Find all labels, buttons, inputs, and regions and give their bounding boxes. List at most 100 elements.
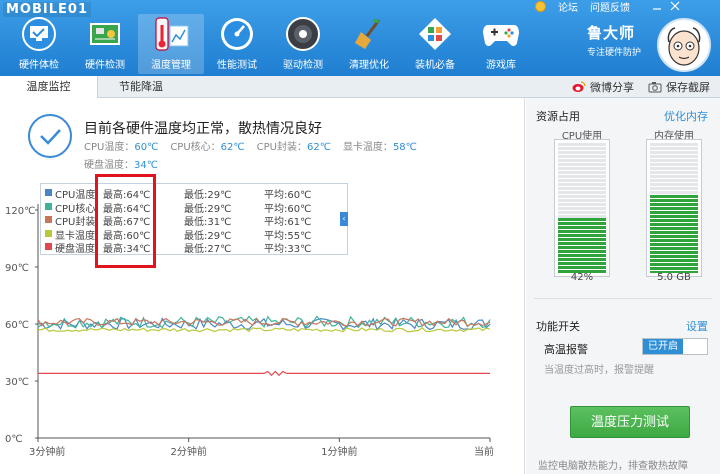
tool-hardware-detect[interactable]: 硬件检测 (72, 14, 138, 74)
legend-row: CPU封装 最高:67℃ 最低:31℃ 平均:61℃ (41, 213, 341, 228)
legend-swatch (45, 229, 52, 237)
tool-label: 性能测试 (217, 60, 257, 71)
feedback-link[interactable]: 问题反馈 (590, 0, 630, 14)
legend-swatch (45, 202, 52, 210)
divider (534, 298, 712, 299)
functions-title: 功能开关 (536, 320, 580, 333)
weibo-icon (572, 81, 586, 92)
reading-disk-temp: 硬盘温度：34℃ (84, 160, 158, 171)
y-tick-label: 60℃ (5, 320, 29, 331)
tool-label: 温度管理 (151, 60, 191, 71)
weibo-share-button[interactable]: 微博分享 (572, 79, 634, 95)
high-temp-alarm-toggle[interactable]: 已开启 (642, 338, 708, 355)
weibo-share-label: 微博分享 (590, 81, 634, 94)
tool-temperature[interactable]: 温度管理 (138, 14, 204, 74)
tool-hardware-checkup[interactable]: 硬件体检 (6, 14, 72, 74)
thermometer-icon (151, 14, 191, 54)
memory-usage-meter (646, 139, 702, 277)
tab-bar: 温度监控 节能降温 微博分享 保存截屏 (0, 76, 720, 99)
legend-row: 显卡温度 最高:60℃ 最低:29℃ 平均:55℃ (41, 227, 341, 242)
title-bar-links: 论坛 问题反馈 (535, 0, 680, 14)
memory-usage-fill (650, 195, 698, 273)
cpu-usage-meter (554, 139, 610, 277)
brand-name: 鲁大师 (587, 24, 636, 42)
legend-row: CPU温度 最高:64℃ 最低:29℃ 平均:60℃ (41, 186, 341, 201)
y-tick-label: 120℃ (5, 206, 35, 217)
alarm-note: 当温度过高时，报警提醒 (544, 365, 654, 376)
tool-label: 清理优化 (349, 60, 389, 71)
legend-swatch (45, 243, 52, 250)
reading-cpu-core: CPU核心：62℃ (170, 142, 245, 153)
series-line-4 (38, 370, 490, 377)
series-line-3 (38, 327, 491, 333)
cpu-usage-fill (558, 218, 606, 273)
tool-label: 装机必备 (415, 60, 455, 71)
avatar[interactable] (657, 18, 711, 72)
y-tick-label: 0℃ (5, 434, 23, 445)
minimize-icon[interactable] (652, 1, 662, 11)
legend-avg: 平均:33℃ (264, 244, 312, 255)
save-screenshot-button[interactable]: 保存截屏 (648, 79, 710, 95)
legend-row: CPU核心 最高:64℃ 最低:29℃ 平均:60℃ (41, 200, 341, 215)
status-ok-icon (28, 114, 72, 158)
footer-note: 监控电脑散热能力，排查散热故障 (538, 461, 688, 472)
side-panel: 资源占用 优化内存 CPU使用 42% 内存使用 5.0 GB 功能开关 设置 … (526, 98, 720, 474)
reading-cpu-package: CPU封装：62℃ (256, 142, 331, 153)
memory-usage-value: 5.0 GB (657, 272, 691, 283)
cpu-usage-value: 42% (570, 272, 594, 283)
x-tick-label: 3分钟前 (29, 445, 65, 458)
apps-grid-icon (415, 14, 455, 54)
toggle-state: 已开启 (643, 339, 683, 354)
stress-test-button[interactable]: 温度压力测试 (570, 406, 690, 438)
tab-temperature-monitor[interactable]: 温度监控 (0, 76, 98, 99)
highlight-box (95, 174, 156, 268)
tool-driver[interactable]: 驱动检测 (270, 14, 336, 74)
status-readings: CPU温度：60℃ CPU核心：62℃ CPU封装：62℃ 显卡温度：58℃ (84, 138, 417, 153)
x-tick-label: 2分钟前 (170, 445, 206, 458)
gamepad-icon (481, 14, 521, 54)
tool-cleanup[interactable]: 清理优化 (336, 14, 402, 74)
speedometer-icon (217, 14, 257, 54)
monitor-check-icon (19, 14, 59, 54)
tool-performance[interactable]: 性能测试 (204, 14, 270, 74)
y-tick-label: 90℃ (5, 263, 29, 274)
driver-box-icon (283, 14, 323, 54)
broom-icon (349, 14, 389, 54)
legend-collapse-button[interactable]: ‹ (340, 212, 348, 226)
legend-swatch (45, 216, 52, 223)
reading-gpu-temp: 显卡温度：58℃ (342, 142, 417, 153)
legend-min: 最低:27℃ (184, 244, 232, 255)
x-tick-label: 当前 (474, 445, 494, 458)
camera-icon (648, 82, 662, 93)
tool-game-library[interactable]: 游戏库 (468, 14, 534, 74)
tool-label: 硬件检测 (85, 60, 125, 71)
circuit-board-icon (85, 14, 125, 54)
tool-label: 游戏库 (486, 60, 516, 71)
temperature-panel: 目前各硬件温度均正常，散热情况良好 CPU温度：60℃ CPU核心：62℃ CP… (0, 98, 525, 474)
legend-swatch (45, 189, 52, 196)
settings-link[interactable]: 设置 (686, 318, 708, 334)
tab-actions: 微博分享 保存截屏 (572, 76, 710, 98)
save-screenshot-label: 保存截屏 (666, 81, 710, 94)
x-tick-label: 1分钟前 (321, 445, 357, 458)
reading-cpu-temp: CPU温度：60℃ (84, 142, 159, 153)
optimize-memory-link[interactable]: 优化内存 (664, 108, 708, 124)
status-message: 目前各硬件温度均正常，散热情况良好 (84, 121, 322, 137)
toolbar-items: 硬件体检 硬件检测 温度管理 性能测试 驱动检测 清理优化 装机必备 游戏库 (6, 14, 534, 74)
chart-legend: ‹ CPU温度 最高:64℃ 最低:29℃ 平均:60℃ CPU核心 最高:64℃ 最低:2… (40, 183, 348, 255)
tool-label: 驱动检测 (283, 60, 323, 71)
brand-subtitle: 专注硬件防护 (587, 48, 642, 58)
resources-title: 资源占用 (536, 110, 580, 123)
window-controls (652, 1, 680, 11)
coin-icon (535, 0, 546, 12)
legend-row: 硬盘温度 最高:34℃ 最低:27℃ 平均:33℃ (41, 240, 341, 255)
legend-series-name: 硬盘温度 (55, 244, 95, 255)
forum-link[interactable]: 论坛 (558, 0, 578, 14)
tool-essentials[interactable]: 装机必备 (402, 14, 468, 74)
tab-energy-saving[interactable]: 节能降温 (98, 76, 184, 98)
tool-label: 硬件体检 (19, 60, 59, 71)
top-toolbar: MOBILE01 论坛 问题反馈 硬件体检 硬件检测 温度管理 性能测试 驱动检… (0, 0, 720, 76)
close-icon[interactable] (670, 1, 680, 11)
brand: 鲁大师 专注硬件防护 (587, 22, 641, 58)
y-tick-label: 30℃ (5, 377, 29, 388)
